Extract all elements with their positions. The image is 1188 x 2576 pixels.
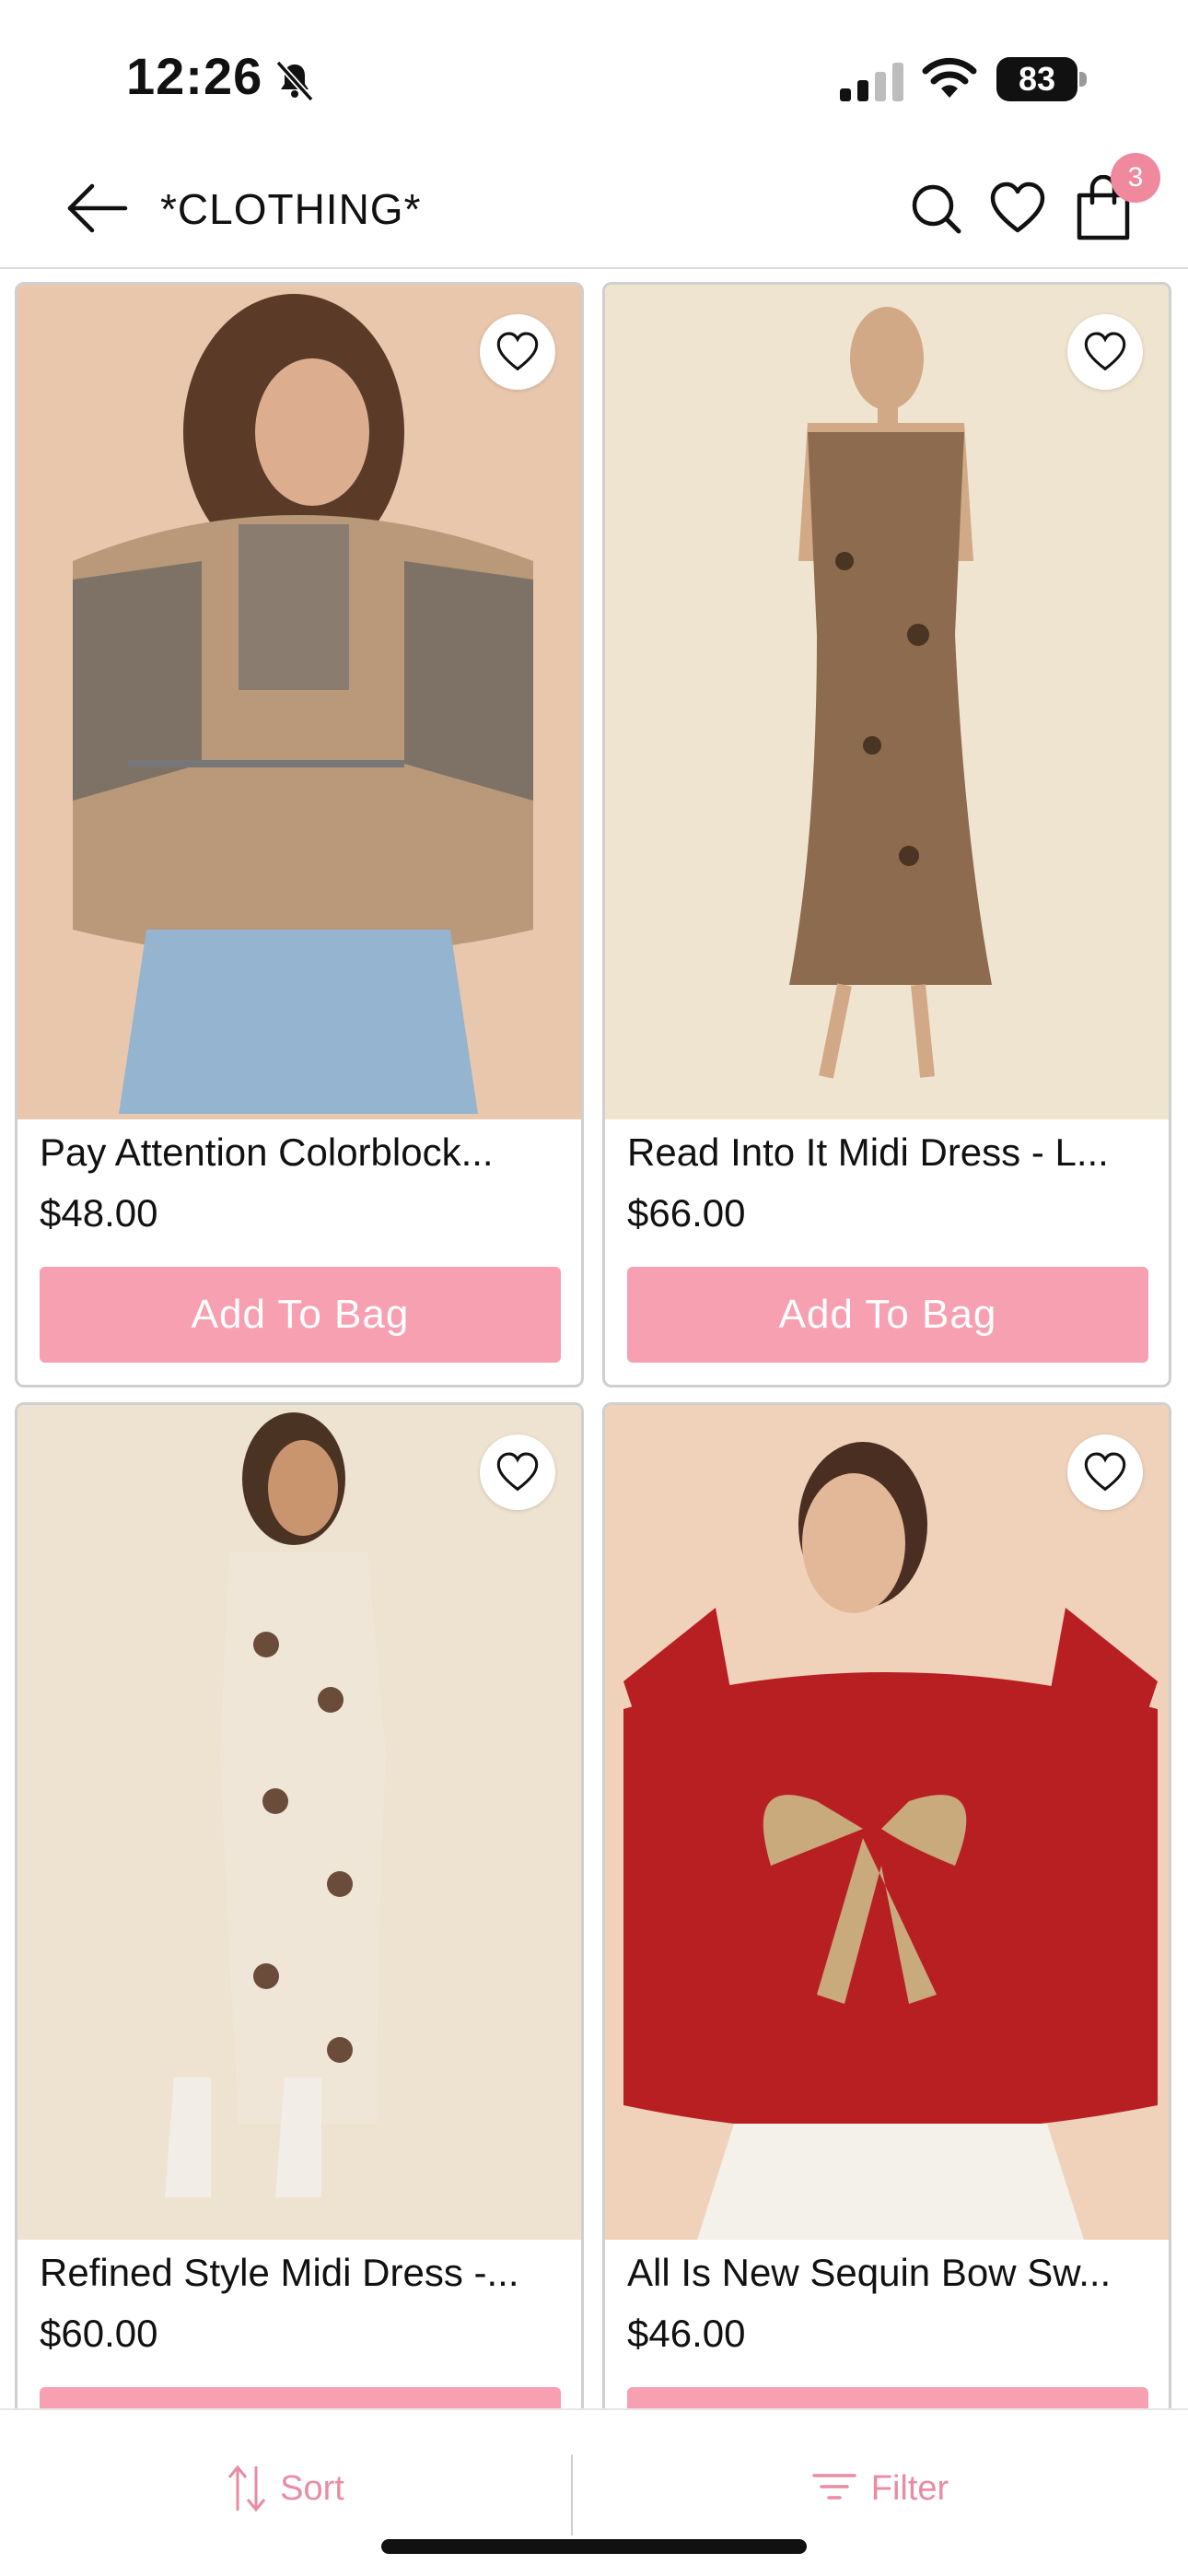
product-name[interactable]: Read Into It Midi Dress - L... [627, 1130, 1152, 1175]
filter-button[interactable]: Filter [573, 2447, 1188, 2530]
cart-count-badge: 3 [1111, 153, 1160, 203]
product-name[interactable]: All Is New Sequin Bow Sw... [627, 2251, 1152, 2295]
page-title: *CLOTHING* [160, 185, 422, 233]
product-price: $46.00 [627, 2312, 746, 2355]
add-to-bag-button[interactable]: Add To Bag [40, 1267, 561, 1363]
signal-icon [840, 63, 903, 101]
favorite-button[interactable] [1067, 1434, 1143, 1510]
battery-level: 83 [996, 57, 1077, 101]
favorite-button[interactable] [1067, 314, 1143, 390]
add-to-bag-button[interactable]: Add To Bag [627, 1267, 1148, 1363]
heart-icon [1084, 1452, 1126, 1492]
product-image[interactable] [605, 1405, 1169, 2240]
heart-icon[interactable] [989, 181, 1046, 236]
header: *CLOTHING* 3 [0, 147, 1188, 269]
filter-icon [812, 2474, 856, 2500]
status-bar: 12:26 83 [0, 0, 1188, 147]
bell-slash-icon [275, 60, 314, 102]
product-card[interactable]: Read Into It Midi Dress - L... $66.00 Ad… [602, 282, 1171, 1388]
product-image[interactable] [17, 1405, 581, 2240]
favorite-button[interactable] [480, 1434, 555, 1510]
product-card[interactable]: Refined Style Midi Dress -... $60.00 Add… [15, 1402, 584, 2416]
status-time: 12:26 [126, 47, 263, 105]
battery-indicator: 83 [996, 57, 1087, 101]
product-card[interactable]: All Is New Sequin Bow Sw... $46.00 Add T… [602, 1402, 1171, 2416]
battery-cap [1079, 72, 1087, 87]
product-card[interactable]: Pay Attention Colorblock... $48.00 Add T… [15, 282, 584, 1388]
back-arrow-icon[interactable] [64, 181, 129, 236]
wifi-icon [922, 57, 977, 98]
heart-icon [1084, 332, 1126, 371]
product-price: $60.00 [40, 2312, 158, 2355]
product-name[interactable]: Refined Style Midi Dress -... [40, 2251, 565, 2295]
product-name[interactable]: Pay Attention Colorblock... [40, 1130, 565, 1175]
sort-label: Sort [280, 2468, 344, 2508]
product-image[interactable] [605, 285, 1169, 1119]
search-icon[interactable] [908, 181, 963, 236]
heart-icon [496, 1452, 539, 1492]
filter-label: Filter [870, 2468, 949, 2508]
heart-icon [496, 332, 539, 371]
product-price: $66.00 [627, 1191, 746, 1235]
product-price: $48.00 [40, 1191, 158, 1235]
sort-button[interactable]: Sort [0, 2447, 571, 2530]
home-indicator[interactable] [381, 2539, 807, 2554]
sort-icon [227, 2465, 266, 2512]
favorite-button[interactable] [480, 314, 555, 390]
product-image[interactable] [17, 285, 581, 1119]
